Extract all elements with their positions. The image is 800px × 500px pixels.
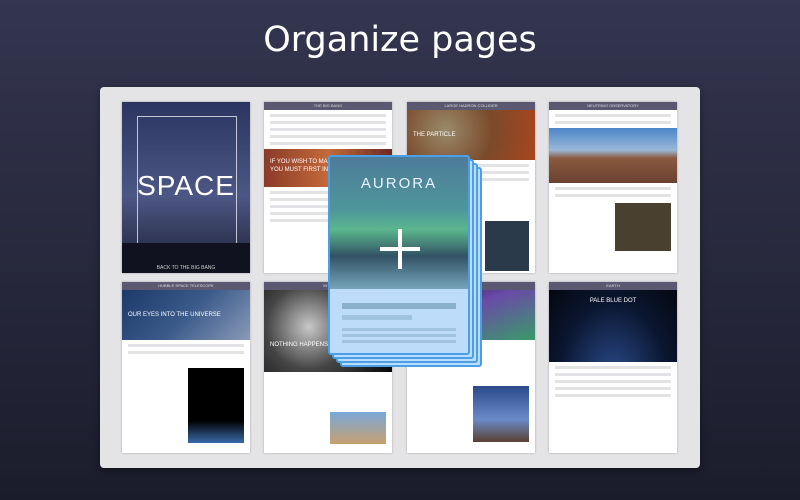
caption: OUR EYES INTO THE UNIVERSE: [128, 312, 221, 318]
page-earth[interactable]: EARTH PALE BLUE DOT: [549, 282, 677, 453]
dragged-page-stack[interactable]: AURORA: [328, 155, 488, 370]
page-image: THE PARTICLE: [407, 110, 535, 160]
space-subtitle: BACK TO THE BIG BANG: [156, 265, 216, 271]
page-neutrino[interactable]: NEUTRINO OBSERVATORY: [549, 102, 677, 273]
page-hubble[interactable]: HUBBLE SPACE TELESCOPE OUR EYES INTO THE…: [122, 282, 250, 453]
page-header: EARTH: [549, 282, 677, 290]
page-header: LARGE HADRON COLLIDER: [407, 102, 535, 110]
page-image: OUR EYES INTO THE UNIVERSE: [122, 290, 250, 340]
space-title: SPACE: [137, 170, 235, 201]
page-title: Organize pages: [263, 20, 537, 60]
aurora-title: AURORA: [360, 175, 438, 192]
caption: PALE BLUE DOT: [589, 298, 637, 304]
aurora-page[interactable]: AURORA: [328, 155, 470, 355]
caption: THE PARTICLE: [413, 132, 456, 138]
page-image: [549, 128, 677, 183]
page-image: PALE BLUE DOT: [549, 290, 677, 362]
page-header: HUBBLE SPACE TELESCOPE: [122, 282, 250, 290]
page-space[interactable]: SPACE BACK TO THE BIG BANG: [122, 102, 250, 273]
page-header: NEUTRINO OBSERVATORY: [549, 102, 677, 110]
page-header: THE BIG BANG: [264, 102, 392, 110]
